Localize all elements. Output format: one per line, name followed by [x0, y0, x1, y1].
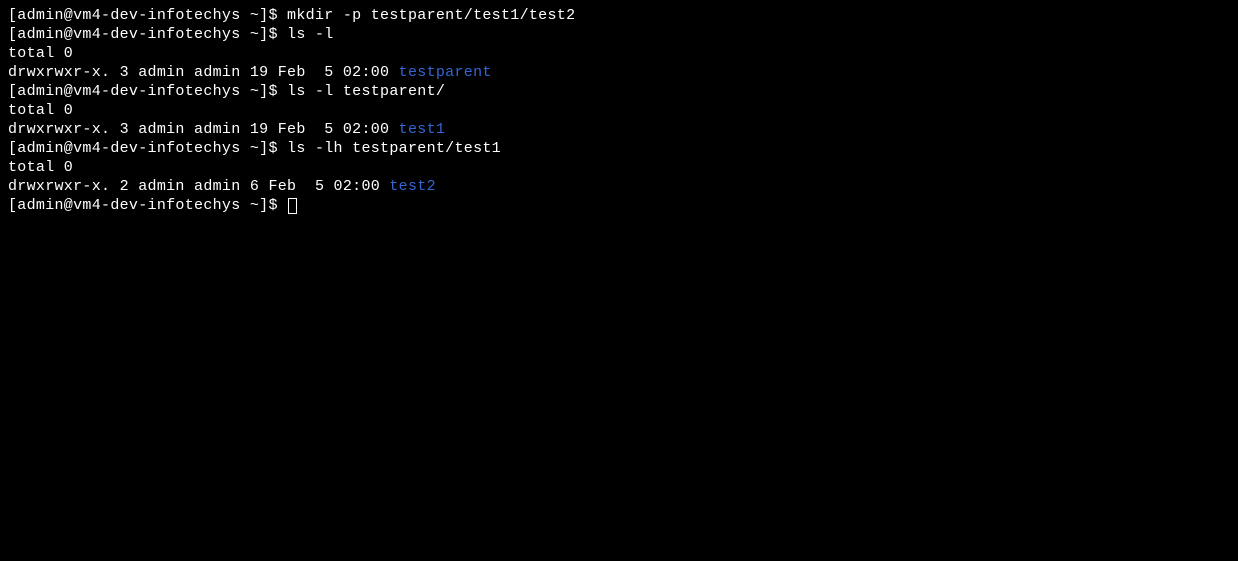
command-text: ls -l testparent/ — [287, 83, 445, 100]
shell-prompt: [admin@vm4-dev-infotechys ~]$ — [8, 140, 287, 157]
terminal-output: total 0 — [8, 158, 1230, 177]
terminal-line: [admin@vm4-dev-infotechys ~]$ ls -l test… — [8, 82, 1230, 101]
command-text: ls -lh testparent/test1 — [287, 140, 501, 157]
terminal-line: [admin@vm4-dev-infotechys ~]$ mkdir -p t… — [8, 6, 1230, 25]
terminal-line[interactable]: [admin@vm4-dev-infotechys ~]$ — [8, 196, 1230, 215]
terminal-output: drwxrwxr-x. 2 admin admin 6 Feb 5 02:00 … — [8, 177, 1230, 196]
shell-prompt: [admin@vm4-dev-infotechys ~]$ — [8, 83, 287, 100]
terminal-output: drwxrwxr-x. 3 admin admin 19 Feb 5 02:00… — [8, 120, 1230, 139]
terminal-line: [admin@vm4-dev-infotechys ~]$ ls -lh tes… — [8, 139, 1230, 158]
shell-prompt: [admin@vm4-dev-infotechys ~]$ — [8, 197, 287, 214]
command-text: ls -l — [287, 26, 334, 43]
directory-name: testparent — [399, 64, 492, 81]
directory-name: test2 — [389, 178, 436, 195]
cursor-icon — [288, 198, 297, 214]
shell-prompt: [admin@vm4-dev-infotechys ~]$ — [8, 7, 287, 24]
command-text: mkdir -p testparent/test1/test2 — [287, 7, 575, 24]
ls-entry-prefix: drwxrwxr-x. 2 admin admin 6 Feb 5 02:00 — [8, 178, 389, 195]
terminal-output: total 0 — [8, 101, 1230, 120]
terminal-line: [admin@vm4-dev-infotechys ~]$ ls -l — [8, 25, 1230, 44]
ls-entry-prefix: drwxrwxr-x. 3 admin admin 19 Feb 5 02:00 — [8, 64, 399, 81]
terminal-output: drwxrwxr-x. 3 admin admin 19 Feb 5 02:00… — [8, 63, 1230, 82]
terminal-output: total 0 — [8, 44, 1230, 63]
ls-entry-prefix: drwxrwxr-x. 3 admin admin 19 Feb 5 02:00 — [8, 121, 399, 138]
directory-name: test1 — [399, 121, 446, 138]
shell-prompt: [admin@vm4-dev-infotechys ~]$ — [8, 26, 287, 43]
